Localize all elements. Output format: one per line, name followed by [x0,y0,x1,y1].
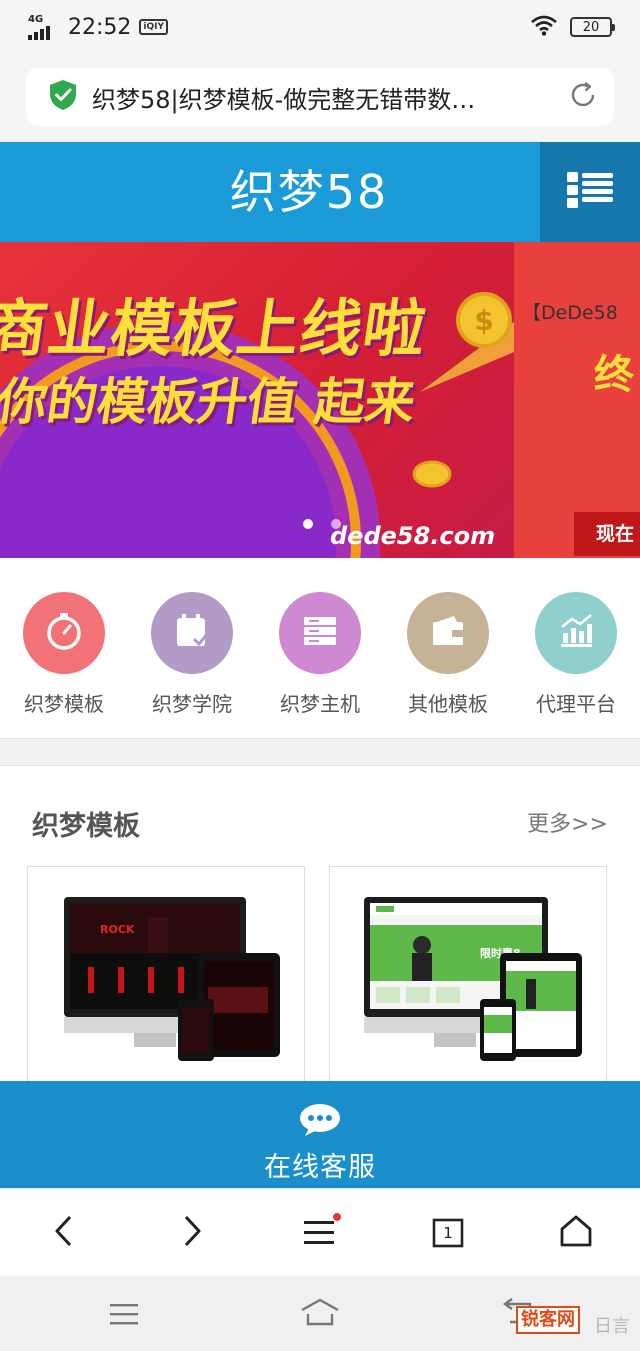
reload-icon[interactable] [568,80,598,114]
nav-item-other-templates[interactable]: 其他模板 [384,592,512,738]
online-service-label: 在线客服 [264,1152,376,1183]
nav-label: 织梦模板 [24,692,104,716]
banner-subline: 你的模板升值 起来 [0,373,419,431]
carousel-dot[interactable] [303,519,313,529]
category-nav: 织梦模板 织梦学院 织梦主机 其他模板 代理平台 [0,558,640,738]
banner-headline: 商业模板上线啦 [0,292,432,365]
list-menu-icon [567,172,613,212]
banner-slide-active[interactable]: $ 商业模板上线啦 你的模板升值 起来 dede58.com [0,242,514,558]
browser-toolbar: 1 [0,1188,640,1276]
wallet-icon [428,611,468,655]
status-time: 22:52 [68,14,132,40]
banner-slide-next[interactable]: 【DeDe58 终 现在 [514,242,640,558]
system-home-icon[interactable] [298,1298,342,1332]
nav-item-templates[interactable]: 织梦模板 [0,592,128,738]
tabs-icon: 1 [432,1218,464,1248]
more-link[interactable]: 更多>> [527,806,608,838]
next-slide-headline: 终 [594,352,634,398]
recent-apps-icon[interactable] [108,1302,140,1330]
nav-item-academy[interactable]: 织梦学院 [128,592,256,738]
hamburger-icon [298,1212,342,1253]
home-button[interactable] [546,1203,606,1263]
wifi-icon [530,14,558,40]
nav-label: 织梦学院 [152,692,232,716]
banner-carousel[interactable]: $ 商业模板上线啦 你的模板升值 起来 dede58.com 【DeDe58 终… [0,242,640,558]
calendar-icon [172,611,212,655]
section-title: 织梦模板 [32,811,140,842]
nav-label: 织梦主机 [280,692,360,716]
nav-label: 代理平台 [536,692,616,716]
nav-item-hosting[interactable]: 织梦主机 [256,592,384,738]
chevron-right-icon [182,1215,202,1251]
template-card[interactable]: ROCK [27,866,305,1096]
card-screen-text: ROCK [100,923,135,936]
iqiyi-notification-icon: iQIY [139,19,169,35]
secure-shield-icon [48,79,78,115]
forward-button[interactable] [162,1203,222,1263]
template-preview-image: 限时惠8 [364,897,582,1061]
next-slide-button[interactable]: 现在 [574,512,640,556]
browser-address-area: 织梦58|织梦模板-做完整无错带数… [0,54,640,142]
back-button[interactable] [34,1203,94,1263]
section-divider [0,738,640,766]
browser-menu-button[interactable] [290,1203,350,1263]
home-icon [559,1215,593,1251]
stopwatch-icon [44,611,84,655]
page-title-text: 织梦58|织梦模板-做完整无错带数… [92,85,476,114]
nav-circle [535,592,617,674]
template-preview-image: ROCK [64,897,280,1061]
nav-circle [407,592,489,674]
nav-label: 其他模板 [408,692,488,716]
watermark-badge: 锐客网 [516,1306,580,1334]
site-logo[interactable]: 织梦58 [0,142,618,242]
online-service-bar[interactable]: 在线客服 [0,1081,640,1188]
watermark-faded-text: 日言 [594,1316,630,1337]
status-bar: 4G 22:52 iQIY 20 [0,0,640,54]
address-bar[interactable]: 织梦58|织梦模板-做完整无错带数… [26,68,614,126]
section-header: 织梦模板 更多>> [0,766,640,866]
tabs-button[interactable]: 1 [418,1203,478,1263]
tab-count: 1 [443,1223,453,1242]
battery-icon: 20 [570,17,615,37]
nav-item-agent-platform[interactable]: 代理平台 [512,592,640,738]
chat-bubble-icon [299,1103,341,1141]
site-header: 织梦58 [0,142,640,242]
svg-text:$: $ [474,304,493,337]
chevron-left-icon [54,1215,74,1251]
banner-site-url: dede58.com [330,522,496,550]
watermark: 锐客网 日言 [516,1306,630,1337]
nav-circle [151,592,233,674]
nav-circle [23,592,105,674]
template-card[interactable]: 限时惠8 [329,866,607,1096]
chart-icon [556,611,596,655]
signal-icon: 4G [28,14,58,40]
server-icon [300,611,340,655]
menu-button[interactable] [540,142,640,242]
next-slide-tag: 【DeDe58 [522,302,618,324]
nav-circle [279,592,361,674]
